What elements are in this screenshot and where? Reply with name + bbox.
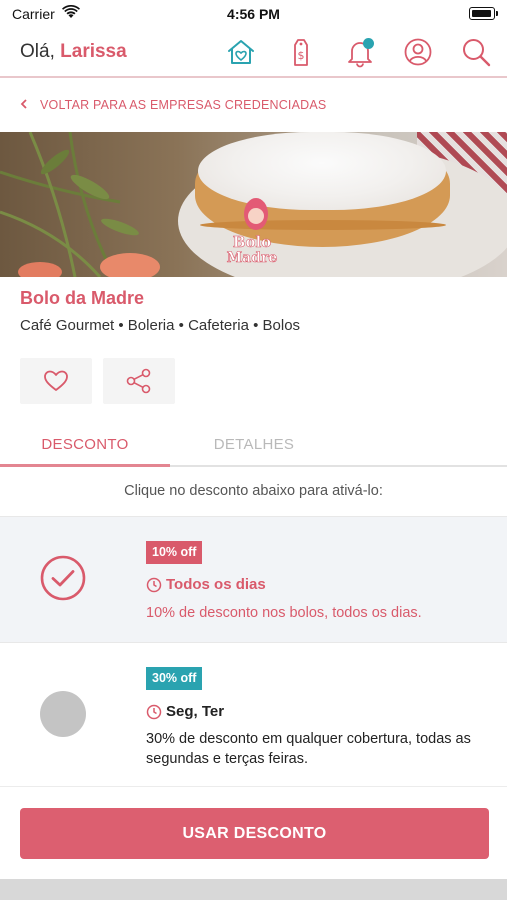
chevron-left-icon [20,98,27,112]
clock-icon [146,577,162,592]
bell-icon[interactable] [344,36,376,68]
svg-text:Madre: Madre [227,250,278,264]
svg-text:$: $ [298,49,305,62]
selected-check-icon [40,555,86,601]
user-name: Larissa [60,41,127,62]
discount-days-label: Seg, Ter [166,703,225,720]
status-bar: Carrier 4:56 PM [0,0,507,28]
discount-hint: Clique no desconto abaixo para ativá-lo: [124,483,383,499]
search-icon[interactable] [460,36,492,68]
discount-badge: 30% off [146,667,203,690]
active-tab-indicator [0,464,170,467]
discount-days-label: Todos os dias [166,576,266,593]
discount-card-selected[interactable]: 10% off Todos os dias 10% de desconto no… [0,516,507,642]
share-button[interactable] [103,358,175,404]
app-header: Olá, Larissa $ [0,28,507,78]
clock: 4:56 PM [227,6,280,22]
notification-dot [363,38,374,49]
favorite-button[interactable] [20,358,92,404]
tab-desconto[interactable]: DESCONTO [0,436,170,453]
discount-badge: 10% off [146,541,203,564]
bottom-bar [0,879,507,900]
discount-description: 10% de desconto nos bolos, todos os dias… [146,605,422,621]
greeting-label: Olá, [20,41,55,62]
back-to-companies-link[interactable]: VOLTAR PARA AS EMPRESAS CREDENCIADAS [20,98,326,112]
discount-days: Seg, Ter [146,703,224,720]
flowers-decoration [0,132,160,277]
unselected-radio-icon [40,691,86,737]
bolo-da-madre-logo: Bolo Madre [226,198,278,264]
share-icon [126,368,151,394]
svg-text:Bolo: Bolo [233,233,271,251]
discount-description: 30% de desconto em qualquer cobertura, t… [146,731,471,767]
clock-icon [146,704,162,719]
heart-icon [44,370,68,391]
price-tag-icon[interactable]: $ [285,36,317,68]
battery-icon [469,7,498,20]
tab-detalhes[interactable]: DETALHES [169,436,339,453]
home-icon[interactable] [225,36,257,68]
tab-bar: DESCONTO DETALHES [0,424,507,467]
company-name: Bolo da Madre [20,288,145,308]
discount-days: Todos os dias [146,576,266,593]
company-cover-image: Bolo Madre [0,132,507,277]
back-link-label: VOLTAR PARA AS EMPRESAS CREDENCIADAS [40,98,327,112]
use-discount-button[interactable]: USAR DESCONTO [20,808,489,859]
company-categories: Café Gourmet • Boleria • Cafeteria • Bol… [20,317,301,334]
discount-card[interactable]: 30% off Seg, Ter 30% de desconto em qual… [0,642,507,787]
user-icon[interactable] [402,36,434,68]
greeting: Olá, Larissa [20,41,127,63]
